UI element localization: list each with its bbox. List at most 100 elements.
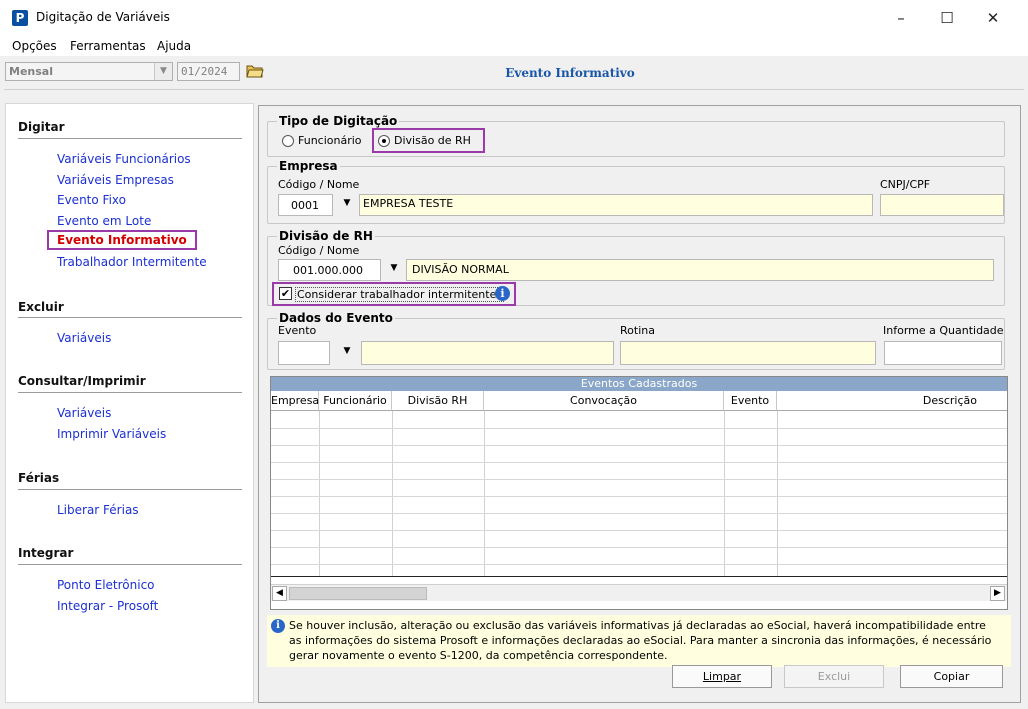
eventos-grid: Eventos Cadastrados Empresa Funcionário … bbox=[270, 376, 1008, 610]
quantidade-label: Informe a Quantidade bbox=[883, 324, 1004, 337]
nav-section-consultar: Consultar/Imprimir bbox=[18, 374, 146, 388]
scroll-right-icon[interactable]: ▶ bbox=[990, 586, 1005, 601]
nav-divider bbox=[18, 317, 242, 318]
grid-row-line bbox=[271, 513, 1007, 514]
period-select[interactable]: Mensal bbox=[5, 62, 173, 81]
grid-row-line bbox=[271, 445, 1007, 446]
tipo-title: Tipo de Digitação bbox=[277, 114, 400, 128]
nav-variaveis-funcionarios[interactable]: Variáveis Funcionários bbox=[57, 152, 191, 166]
minimize-button[interactable]: – bbox=[878, 0, 924, 36]
empresa-title: Empresa bbox=[277, 159, 340, 173]
col-funcionario[interactable]: Funcionário bbox=[319, 391, 392, 411]
maximize-button[interactable]: ☐ bbox=[924, 0, 970, 36]
grid-row-line bbox=[271, 462, 1007, 463]
nav-evento-em-lote[interactable]: Evento em Lote bbox=[57, 214, 151, 228]
nav-integrar-prosoft[interactable]: Integrar - Prosoft bbox=[57, 599, 158, 613]
evento-field[interactable] bbox=[278, 341, 330, 365]
empresa-name-field[interactable]: EMPRESA TESTE bbox=[359, 194, 873, 216]
chevron-down-icon[interactable]: ▼ bbox=[385, 263, 403, 273]
grid-col-divider bbox=[724, 411, 725, 577]
cnpj-label: CNPJ/CPF bbox=[880, 178, 931, 191]
nav-divider bbox=[18, 138, 242, 139]
menu-ajuda[interactable]: Ajuda bbox=[157, 39, 191, 53]
nav-imprimir-variaveis[interactable]: Imprimir Variáveis bbox=[57, 427, 166, 441]
dados-title: Dados do Evento bbox=[277, 311, 395, 325]
nav-consultar-variaveis[interactable]: Variáveis bbox=[57, 406, 111, 420]
nav-trabalhador-intermitente[interactable]: Trabalhador Intermitente bbox=[57, 255, 207, 269]
rotina-label: Rotina bbox=[620, 324, 655, 337]
empresa-code-field[interactable]: 0001 bbox=[278, 194, 333, 216]
nav-section-ferias: Férias bbox=[18, 471, 60, 485]
grid-row-line bbox=[271, 496, 1007, 497]
menu-bar bbox=[0, 36, 1028, 56]
evento-desc-field[interactable] bbox=[361, 341, 614, 365]
col-descricao[interactable]: Descrição bbox=[777, 391, 1007, 411]
nav-ponto-eletronico[interactable]: Ponto Eletrônico bbox=[57, 578, 155, 592]
left-nav bbox=[5, 103, 254, 703]
grid-col-divider bbox=[392, 411, 393, 577]
nav-evento-informativo[interactable]: Evento Informativo bbox=[47, 230, 197, 250]
app-icon: P bbox=[12, 10, 28, 26]
grid-title: Eventos Cadastrados bbox=[271, 377, 1007, 391]
info-icon[interactable]: i bbox=[495, 286, 510, 301]
chevron-down-icon[interactable]: ▼ bbox=[338, 198, 356, 208]
grid-row-line bbox=[271, 530, 1007, 531]
toolbar-divider bbox=[4, 89, 1024, 90]
grid-row-line bbox=[271, 428, 1007, 429]
competence-input[interactable]: 01/2024 bbox=[177, 62, 240, 81]
nav-section-excluir: Excluir bbox=[18, 300, 64, 314]
divisao-name-field[interactable]: DIVISÃO NORMAL bbox=[406, 259, 994, 281]
nav-liberar-ferias[interactable]: Liberar Férias bbox=[57, 503, 139, 517]
quantidade-field[interactable] bbox=[884, 341, 1002, 365]
grid-col-divider bbox=[319, 411, 320, 577]
divisao-code-field[interactable]: 001.000.000 bbox=[278, 259, 381, 281]
close-button[interactable]: ✕ bbox=[970, 0, 1016, 36]
open-folder-icon[interactable] bbox=[246, 62, 264, 80]
scroll-thumb[interactable] bbox=[289, 587, 427, 600]
menu-ferramentas[interactable]: Ferramentas bbox=[70, 39, 146, 53]
nav-divider bbox=[18, 564, 242, 565]
grid-col-divider bbox=[484, 411, 485, 577]
col-divisao-rh[interactable]: Divisão RH bbox=[392, 391, 484, 411]
info-box: i Se houver inclusão, alteração ou exclu… bbox=[267, 615, 1011, 667]
col-evento[interactable]: Evento bbox=[724, 391, 777, 411]
copiar-button[interactable]: Copiar bbox=[900, 665, 1003, 688]
chevron-down-icon[interactable]: ▼ bbox=[154, 63, 172, 80]
page-title: Evento Informativo bbox=[505, 66, 635, 80]
info-icon: i bbox=[271, 619, 285, 633]
rotina-field[interactable] bbox=[620, 341, 876, 365]
exclui-button[interactable]: Exclui bbox=[784, 665, 884, 688]
nav-divider bbox=[18, 489, 242, 490]
limpar-button[interactable]: Limpar bbox=[672, 665, 772, 688]
scroll-left-icon[interactable]: ◀ bbox=[272, 586, 287, 601]
info-text: Se houver inclusão, alteração ou exclusã… bbox=[289, 619, 992, 662]
window-title: Digitação de Variáveis bbox=[36, 10, 170, 24]
evento-label: Evento bbox=[278, 324, 317, 337]
nav-excluir-variaveis[interactable]: Variáveis bbox=[57, 331, 111, 345]
divisao-code-label: Código / Nome bbox=[278, 244, 360, 257]
grid-bottom-line bbox=[271, 576, 1007, 577]
divisao-title: Divisão de RH bbox=[277, 229, 375, 243]
col-empresa[interactable]: Empresa bbox=[271, 391, 319, 411]
cnpj-field[interactable] bbox=[880, 194, 1004, 216]
nav-section-integrar: Integrar bbox=[18, 546, 74, 560]
grid-row-line bbox=[271, 547, 1007, 548]
nav-evento-fixo[interactable]: Evento Fixo bbox=[57, 193, 126, 207]
radio-funcionario[interactable] bbox=[282, 135, 294, 147]
nav-variaveis-empresas[interactable]: Variáveis Empresas bbox=[57, 173, 174, 187]
radio-divisao-rh[interactable] bbox=[378, 135, 390, 147]
grid-row-line bbox=[271, 479, 1007, 480]
intermitente-checkbox[interactable]: ✔ bbox=[279, 287, 292, 300]
empresa-code-label: Código / Nome bbox=[278, 178, 360, 191]
grid-col-divider bbox=[777, 411, 778, 577]
col-convocacao[interactable]: Convocação bbox=[484, 391, 724, 411]
nav-section-digitar: Digitar bbox=[18, 120, 65, 134]
chevron-down-icon[interactable]: ▼ bbox=[338, 346, 356, 356]
radio-divisao-rh-label: Divisão de RH bbox=[394, 134, 471, 147]
menu-opcoes[interactable]: Opções bbox=[12, 39, 57, 53]
intermitente-label[interactable]: Considerar trabalhador intermitente? bbox=[295, 287, 505, 302]
radio-funcionario-label: Funcionário bbox=[298, 134, 362, 147]
nav-divider bbox=[18, 392, 242, 393]
grid-row-line bbox=[271, 564, 1007, 565]
horizontal-scrollbar[interactable]: ◀ ▶ bbox=[271, 584, 1007, 601]
